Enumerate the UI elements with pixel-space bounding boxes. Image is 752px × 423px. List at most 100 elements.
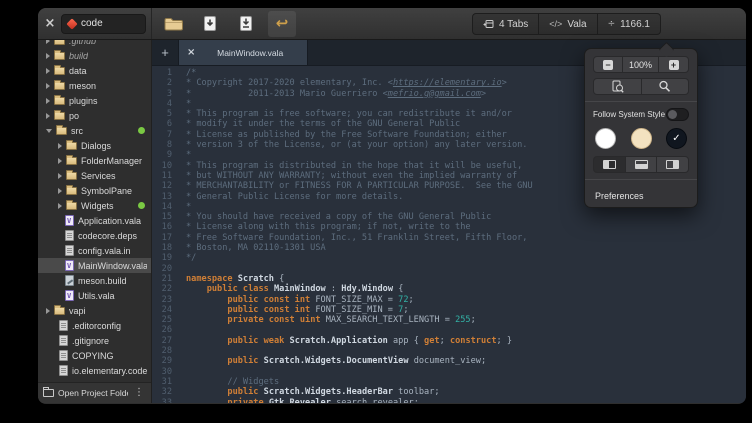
tree-item-data[interactable]: data xyxy=(38,63,151,78)
line-number: 24 xyxy=(152,305,172,315)
chevron-right-icon[interactable] xyxy=(46,40,50,44)
code-line xyxy=(186,325,746,335)
tree-item-plugins[interactable]: plugins xyxy=(38,93,151,108)
chevron-right-icon[interactable] xyxy=(46,113,50,119)
tree-item-codecore-deps[interactable]: codecore.deps xyxy=(38,228,151,243)
window-close-button[interactable]: × xyxy=(42,16,58,32)
tree-item-po[interactable]: po xyxy=(38,108,151,123)
editor-tab[interactable]: × MainWindow.vala xyxy=(178,40,308,65)
chevron-right-icon[interactable] xyxy=(46,68,50,74)
tree-item-services[interactable]: Services xyxy=(38,168,151,183)
tree-item-label: Widgets xyxy=(81,201,114,211)
style-switcher: ✓ xyxy=(595,128,687,149)
chevron-down-icon[interactable] xyxy=(46,129,52,133)
tree-item-dialogs[interactable]: Dialogs xyxy=(38,138,151,153)
goto-line-button[interactable]: ÷ 1166.1 xyxy=(598,13,661,35)
code-line: namespace Scratch { xyxy=(186,274,746,284)
chevron-right-icon[interactable] xyxy=(46,83,50,89)
file-tree: .githubbuilddatamesonplugins po srcDialogs… xyxy=(38,40,151,382)
tree-item--editorconfig[interactable]: .editorconfig xyxy=(38,318,151,333)
project-icon xyxy=(66,18,77,29)
pane-bottom-button[interactable] xyxy=(626,156,658,173)
follow-system-style-label: Follow System Style xyxy=(593,110,665,119)
pane-right-button[interactable] xyxy=(657,156,689,173)
tree-item-label: .editorconfig xyxy=(72,321,121,331)
code-line: public Scratch.Widgets.HeaderBar toolbar… xyxy=(186,387,746,397)
line-number: 1 xyxy=(152,68,172,78)
line-column-label: 1166.1 xyxy=(620,19,650,30)
project-chooser-button[interactable]: code xyxy=(61,14,146,34)
tree-item-widgets[interactable]: Widgets xyxy=(38,198,151,213)
code-line: public const int FONT_SIZE_MAX = 72; xyxy=(186,295,746,305)
code-line: */ xyxy=(186,253,746,263)
new-tab-button[interactable]: + xyxy=(152,40,178,65)
line-number: 6 xyxy=(152,119,172,129)
tree-item-application-vala[interactable]: Application.vala xyxy=(38,213,151,228)
folder-icon xyxy=(54,67,65,75)
headerbar: × code xyxy=(38,8,746,40)
revert-button[interactable]: ↩ xyxy=(268,11,296,37)
style-dark-button[interactable]: ✓ xyxy=(666,128,687,149)
chevron-right-icon[interactable] xyxy=(46,53,50,59)
tree-item-foldermanager[interactable]: FolderManager xyxy=(38,153,151,168)
follow-system-style-row: Follow System Style xyxy=(593,107,689,121)
save-icon xyxy=(202,15,218,33)
tree-item-meson[interactable]: meson xyxy=(38,78,151,93)
line-number: 5 xyxy=(152,109,172,119)
tree-item-label: Application.vala xyxy=(78,216,141,226)
chevron-right-icon[interactable] xyxy=(46,308,50,314)
tree-item-build[interactable]: build xyxy=(38,48,151,63)
project-sidebar: .githubbuilddatamesonplugins po srcDialogs… xyxy=(38,40,152,403)
line-number: 19 xyxy=(152,253,172,263)
open-project-folder-button[interactable]: Open Project Folder… xyxy=(58,388,128,398)
chevron-right-icon[interactable] xyxy=(58,158,62,164)
style-sepia-button[interactable] xyxy=(631,128,652,149)
folder-icon xyxy=(54,307,65,315)
chevron-right-icon[interactable] xyxy=(58,173,62,179)
chevron-right-icon[interactable] xyxy=(46,98,50,104)
tree-item-meson-build[interactable]: meson.build xyxy=(38,273,151,288)
style-light-button[interactable] xyxy=(595,128,616,149)
tree-item--github[interactable]: .github xyxy=(38,40,151,48)
save-file-button[interactable] xyxy=(196,11,224,37)
tree-item-symbolpane[interactable]: SymbolPane xyxy=(38,183,151,198)
pane-left-button[interactable] xyxy=(593,156,626,173)
text-file-icon xyxy=(59,320,68,331)
tree-item-mainwindow-vala[interactable]: MainWindow.vala xyxy=(38,258,151,273)
find-in-document-button[interactable] xyxy=(593,78,642,95)
tree-item-config-vala-in[interactable]: config.vala.in xyxy=(38,243,151,258)
settings-popover: − 100% + Follow xyxy=(584,48,698,208)
tree-item--gitignore[interactable]: .gitignore xyxy=(38,333,151,348)
tree-item-copying[interactable]: COPYING xyxy=(38,348,151,363)
tab-close-icon[interactable]: × xyxy=(187,47,195,58)
zoom-level[interactable]: 100% xyxy=(623,56,659,73)
tree-item-src[interactable]: src xyxy=(38,123,151,138)
code-line: * Free Software Foundation, Inc., 51 Fra… xyxy=(186,233,746,243)
tabs-icon xyxy=(483,19,494,29)
chevron-right-icon[interactable] xyxy=(58,188,62,194)
line-number: 27 xyxy=(152,336,172,346)
tree-item-vapi[interactable]: vapi xyxy=(38,303,151,318)
global-search-button[interactable] xyxy=(642,78,690,95)
sidebar-menu-button[interactable]: ⋮ xyxy=(132,388,146,398)
line-number: 15 xyxy=(152,212,172,222)
language-button[interactable]: </> Vala xyxy=(539,13,597,35)
code-line: // Widgets xyxy=(186,377,746,387)
chevron-right-icon[interactable] xyxy=(58,203,62,209)
zoom-out-button[interactable]: − xyxy=(593,56,623,73)
line-number: 9 xyxy=(152,150,172,160)
chevron-right-icon[interactable] xyxy=(58,143,62,149)
save-as-icon xyxy=(238,15,254,33)
tabs-overview-button[interactable]: 4 Tabs xyxy=(472,13,539,35)
follow-system-style-toggle[interactable] xyxy=(666,108,689,121)
preferences-item[interactable]: Preferences xyxy=(585,185,697,207)
zoom-in-button[interactable]: + xyxy=(659,56,689,73)
folder-icon xyxy=(66,157,77,165)
code-line: * You should have received a copy of the… xyxy=(186,212,746,222)
tree-item-label: po xyxy=(69,111,79,121)
open-file-button[interactable] xyxy=(160,11,188,37)
text-file-icon xyxy=(59,365,68,376)
tree-item-io-elementary-code-yml[interactable]: io.elementary.code.yml xyxy=(38,363,151,378)
tree-item-utils-vala[interactable]: Utils.vala xyxy=(38,288,151,303)
save-as-button[interactable] xyxy=(232,11,260,37)
